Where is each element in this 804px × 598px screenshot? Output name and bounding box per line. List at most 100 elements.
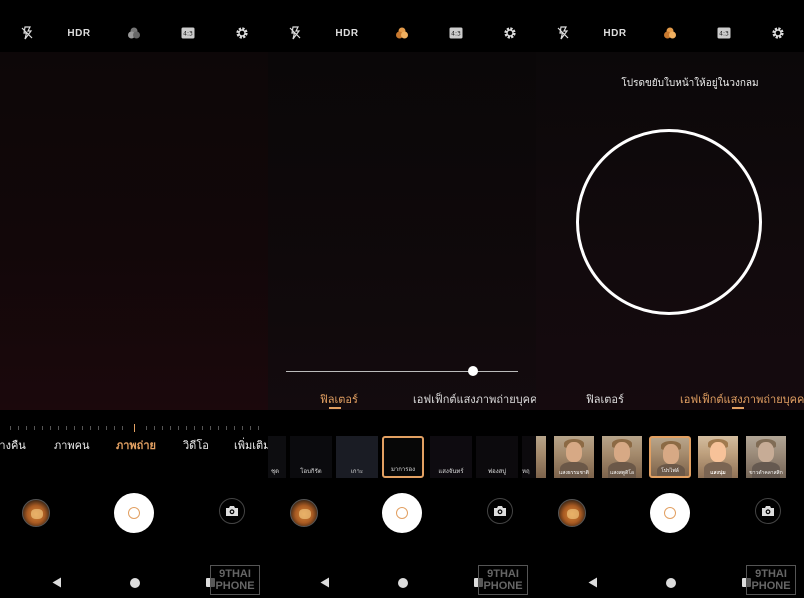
effect-tabs: ฟิลเตอร์ เอฟเฟ็กต์แสงภาพถ่ายบุคคล [536, 390, 804, 410]
filter-label: ชุด [271, 468, 279, 475]
tab-filter[interactable]: ฟิลเตอร์ [320, 390, 358, 408]
aspect-ratio-icon[interactable]: 4:3 [711, 20, 737, 46]
filter-label: เกาะ [350, 468, 364, 475]
lighting-thumb[interactable] [536, 436, 546, 478]
lighting-thumb[interactable]: ขาวดำคลาสสิก [746, 436, 786, 478]
shutter-button[interactable] [114, 493, 154, 533]
filter-thumb[interactable]: หฤ [522, 436, 536, 478]
filter-thumb[interactable]: แสงจันทร์ [430, 436, 472, 478]
aspect-ratio-icon[interactable]: 4:3 [443, 20, 469, 46]
lighting-thumb-selected[interactable]: โปรไฟล์ [649, 436, 691, 478]
camera-filter-screen: HDR 4:3 ฟิลเตอร์ เอฟเฟ็กต์แสงภาพถ่ายบุคค… [268, 0, 536, 598]
lighting-thumb[interactable]: แสงสตูดิโอ [602, 436, 642, 478]
watermark-logo: 9THAI PHONE [210, 565, 260, 595]
lighting-label: แสงธรรมชาติ [559, 470, 589, 476]
watermark-logo: 9THAI PHONE [746, 565, 796, 595]
lighting-label: แสงนุ่ม [710, 470, 726, 476]
watermark-line2: PHONE [215, 580, 255, 592]
portrait-face [710, 442, 726, 462]
flash-off-icon[interactable] [14, 20, 40, 46]
top-toolbar: HDR 4:3 [536, 20, 804, 46]
tab-portrait-lighting[interactable]: เอฟเฟ็กต์แสงภาพถ่ายบุคคล [680, 390, 804, 408]
gallery-thumbnail[interactable] [290, 499, 318, 527]
svg-text:4:3: 4:3 [719, 31, 729, 38]
filter-label: มาการอง [390, 466, 416, 473]
switch-camera-icon[interactable] [755, 498, 781, 524]
effect-tabs: ฟิลเตอร์ เอฟเฟ็กต์แสงภาพถ่ายบุคคล [268, 390, 536, 410]
tab-filter[interactable]: ฟิลเตอร์ [586, 390, 624, 408]
lighting-thumb[interactable]: แสงนุ่ม [698, 436, 738, 478]
filter-thumb[interactable]: ชุด [268, 436, 286, 478]
mode-night[interactable]: กลางคืน [0, 436, 26, 454]
filter-effects-icon[interactable] [657, 20, 683, 46]
viewfinder[interactable] [268, 52, 536, 410]
camera-mode-selector: กลางคืน ภาพคน ภาพถ่าย วิดีโอ เพิ่มเติม [0, 436, 268, 452]
viewfinder[interactable] [0, 52, 268, 410]
face-position-hint: โปรดขยับใบหน้าให้อยู่ในวงกลม [621, 78, 759, 89]
shutter-button[interactable] [382, 493, 422, 533]
watermark-logo: 9THAI PHONE [478, 565, 528, 595]
gallery-thumbnail[interactable] [558, 499, 586, 527]
filter-thumb[interactable]: ฟองสบู่ [476, 436, 518, 478]
home-icon[interactable] [130, 578, 140, 588]
hdr-icon[interactable]: HDR [66, 20, 92, 46]
lighting-label: แสงสตูดิโอ [610, 470, 634, 476]
portrait-face [614, 442, 630, 462]
watermark-line1: 9THAI [487, 568, 519, 580]
back-icon[interactable] [588, 577, 598, 588]
slider-thumb[interactable] [468, 366, 478, 376]
active-tab-indicator [329, 407, 341, 409]
filter-label: หฤ [522, 468, 530, 475]
portrait-face [758, 442, 774, 462]
mode-portrait[interactable]: ภาพคน [54, 436, 90, 454]
camera-photo-mode-screen: HDR 4:3 กลางคืน ภาพคน ภาพถ่าย วิดีโอ เพิ… [0, 0, 268, 598]
face-guide-circle [576, 129, 762, 315]
back-icon[interactable] [320, 577, 330, 588]
back-icon[interactable] [52, 577, 62, 588]
lighting-label: ขาวดำคลาสสิก [749, 470, 783, 476]
filter-label: โอบกิรัต [300, 468, 322, 475]
top-toolbar: HDR 4:3 [268, 20, 536, 46]
mode-ruler [0, 424, 268, 434]
watermark-line2: PHONE [483, 580, 523, 592]
filter-label: ฟองสบู่ [487, 468, 507, 475]
switch-camera-icon[interactable] [219, 498, 245, 524]
tab-portrait-lighting[interactable]: เอฟเฟ็กต์แสงภาพถ่ายบุคคล [413, 390, 536, 408]
filter-effects-icon[interactable] [121, 20, 147, 46]
settings-icon[interactable] [497, 20, 523, 46]
gallery-thumbnail[interactable] [22, 499, 50, 527]
watermark-line2: PHONE [751, 580, 791, 592]
camera-portrait-lighting-screen: HDR 4:3 โปรดขยับใบหน้าให้อยู่ในวงกลม ฟิล… [536, 0, 804, 598]
hdr-icon[interactable]: HDR [334, 20, 360, 46]
settings-icon[interactable] [765, 20, 791, 46]
hdr-icon[interactable]: HDR [602, 20, 628, 46]
filter-intensity-slider[interactable] [286, 371, 518, 372]
aspect-ratio-icon[interactable]: 4:3 [175, 20, 201, 46]
svg-text:4:3: 4:3 [451, 31, 461, 38]
top-toolbar: HDR 4:3 [0, 20, 268, 46]
hdr-label: HDR [603, 27, 627, 39]
shutter-button[interactable] [650, 493, 690, 533]
mode-photo[interactable]: ภาพถ่าย [116, 436, 156, 454]
flash-off-icon[interactable] [282, 20, 308, 46]
home-icon[interactable] [398, 578, 408, 588]
filter-thumb[interactable]: โอบกิรัต [290, 436, 332, 478]
portrait-lighting-strip: แสงธรรมชาติ แสงสตูดิโอ โปรไฟล์ แสงนุ่ม ข… [536, 436, 804, 478]
home-icon[interactable] [666, 578, 676, 588]
switch-camera-icon[interactable] [487, 498, 513, 524]
active-tab-indicator [732, 407, 744, 409]
watermark-line1: 9THAI [219, 568, 251, 580]
watermark-line1: 9THAI [755, 568, 787, 580]
mode-more[interactable]: เพิ่มเติม [234, 436, 268, 454]
filter-effects-icon[interactable] [389, 20, 415, 46]
filter-thumb-selected[interactable]: มาการอง [382, 436, 424, 478]
settings-icon[interactable] [229, 20, 255, 46]
filter-thumb[interactable]: เกาะ [336, 436, 378, 478]
hdr-label: HDR [335, 27, 359, 39]
svg-text:4:3: 4:3 [183, 31, 193, 38]
lighting-label: โปรไฟล์ [661, 468, 679, 474]
flash-off-icon[interactable] [550, 20, 576, 46]
portrait-face [663, 444, 679, 464]
lighting-thumb[interactable]: แสงธรรมชาติ [554, 436, 594, 478]
mode-video[interactable]: วิดีโอ [183, 436, 209, 454]
